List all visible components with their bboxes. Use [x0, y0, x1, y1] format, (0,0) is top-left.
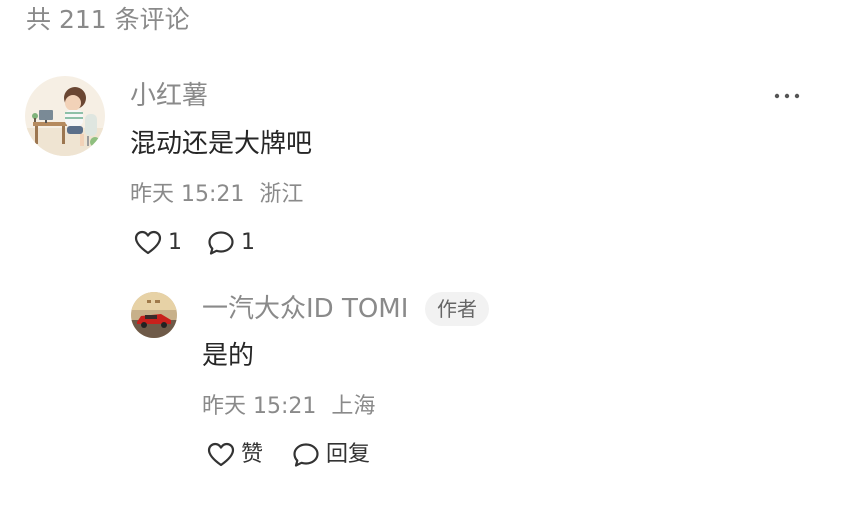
- reply-location: 上海: [331, 394, 376, 419]
- red-car-avatar-icon: [131, 292, 177, 338]
- reply-reply-button[interactable]: 回复: [292, 441, 370, 469]
- like-button[interactable]: 1: [134, 229, 182, 257]
- comment-bubble-icon: [207, 230, 235, 256]
- reply-label: 回复: [326, 442, 371, 467]
- heart-icon: [207, 442, 235, 468]
- reply-button[interactable]: 1: [207, 229, 255, 257]
- comment-meta: 昨天 15:21 浙江: [130, 180, 303, 210]
- comment-username[interactable]: 小红薯: [130, 79, 208, 113]
- comment-time: 昨天 15:21: [130, 182, 245, 207]
- heart-icon: [134, 230, 162, 256]
- comment-count-header: 共 211 条评论: [26, 5, 190, 34]
- reply-username[interactable]: 一汽大众ID TOMI: [202, 292, 408, 326]
- comments-section: 共 211 条评论 小红薯 混动还是大牌吧 昨天 15:21 浙江 1 1 一汽…: [0, 0, 846, 526]
- comment-text: 混动还是大牌吧: [130, 129, 313, 159]
- reply-text: 是的: [202, 341, 255, 371]
- reply-time: 昨天 15:21: [202, 394, 317, 419]
- cartoon-girl-avatar-icon: [25, 76, 105, 156]
- reply-count: 1: [241, 230, 255, 255]
- reply-meta: 昨天 15:21 上海: [202, 392, 375, 422]
- reply-like-button[interactable]: 赞: [207, 441, 263, 469]
- author-badge: 作者: [425, 292, 489, 326]
- comment-bubble-icon: [292, 442, 320, 468]
- more-dots-icon: [774, 93, 800, 99]
- like-label: 赞: [241, 442, 264, 467]
- reply-avatar[interactable]: [131, 292, 177, 338]
- like-count: 1: [168, 230, 182, 255]
- comment-location: 浙江: [259, 182, 304, 207]
- more-options-button[interactable]: [770, 84, 804, 108]
- avatar[interactable]: [25, 76, 105, 156]
